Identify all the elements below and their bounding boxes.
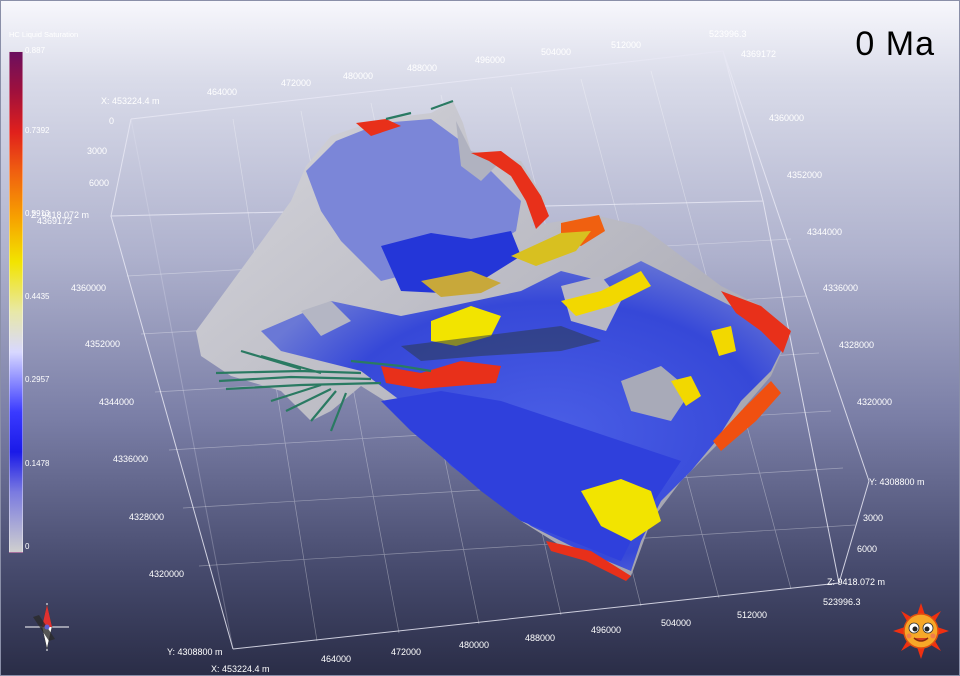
viewport-3d[interactable]: X: 453224.4 m 464000 472000 480000 48800… bbox=[0, 0, 960, 676]
svg-text:523996.3: 523996.3 bbox=[823, 597, 861, 607]
svg-text:Y: 4308800 m: Y: 4308800 m bbox=[869, 477, 925, 487]
time-label: 0 Ma bbox=[855, 25, 935, 63]
svg-text:4360000: 4360000 bbox=[769, 113, 804, 123]
svg-text:4336000: 4336000 bbox=[113, 454, 148, 464]
svg-text:472000: 472000 bbox=[391, 647, 421, 657]
compass-icon[interactable] bbox=[19, 599, 75, 655]
svg-text:6000: 6000 bbox=[857, 544, 877, 554]
svg-text:488000: 488000 bbox=[407, 63, 437, 73]
svg-text:496000: 496000 bbox=[591, 625, 621, 635]
svg-text:504000: 504000 bbox=[661, 618, 691, 628]
sun-face-icon bbox=[893, 603, 949, 659]
colorbar-tick: 0.2957 bbox=[25, 375, 50, 384]
svg-text:X: 453224.4 m: X: 453224.4 m bbox=[211, 664, 270, 674]
svg-text:504000: 504000 bbox=[541, 47, 571, 57]
colorbar-tick: 0 bbox=[25, 542, 30, 551]
svg-text:4344000: 4344000 bbox=[99, 397, 134, 407]
svg-text:480000: 480000 bbox=[459, 640, 489, 650]
colorbar-tick: 0.5913 bbox=[25, 209, 50, 218]
scene-3d[interactable]: X: 453224.4 m 464000 472000 480000 48800… bbox=[1, 1, 959, 675]
svg-text:4320000: 4320000 bbox=[149, 569, 184, 579]
svg-text:523996.3: 523996.3 bbox=[709, 29, 747, 39]
svg-text:Z: 9418.072 m: Z: 9418.072 m bbox=[827, 577, 885, 587]
svg-text:X: 453224.4 m: X: 453224.4 m bbox=[101, 96, 160, 106]
svg-text:496000: 496000 bbox=[475, 55, 505, 65]
colorbar-tick: 0.7392 bbox=[25, 126, 50, 135]
svg-text:512000: 512000 bbox=[737, 610, 767, 620]
svg-text:0: 0 bbox=[109, 116, 114, 126]
colorbar bbox=[9, 51, 23, 553]
svg-text:4328000: 4328000 bbox=[129, 512, 164, 522]
svg-text:512000: 512000 bbox=[611, 40, 641, 50]
svg-text:4336000: 4336000 bbox=[823, 283, 858, 293]
svg-text:472000: 472000 bbox=[281, 78, 311, 88]
svg-text:4352000: 4352000 bbox=[787, 170, 822, 180]
svg-text:4344000: 4344000 bbox=[807, 227, 842, 237]
colorbar-tick: 0.1478 bbox=[25, 459, 50, 468]
reservoir-surface bbox=[196, 101, 791, 581]
svg-text:464000: 464000 bbox=[321, 654, 351, 664]
svg-text:4320000: 4320000 bbox=[857, 397, 892, 407]
svg-text:4328000: 4328000 bbox=[839, 340, 874, 350]
colorbar-title: HC Liquid Saturation bbox=[9, 30, 79, 39]
colorbar-tick: 0.887 bbox=[25, 46, 46, 55]
svg-text:3000: 3000 bbox=[87, 146, 107, 156]
svg-text:Y: 4308800 m: Y: 4308800 m bbox=[167, 647, 223, 657]
svg-text:4360000: 4360000 bbox=[71, 283, 106, 293]
svg-text:480000: 480000 bbox=[343, 71, 373, 81]
svg-text:464000: 464000 bbox=[207, 87, 237, 97]
colorbar-tick: 0.4435 bbox=[25, 292, 50, 301]
svg-text:3000: 3000 bbox=[863, 513, 883, 523]
svg-text:488000: 488000 bbox=[525, 633, 555, 643]
svg-text:4352000: 4352000 bbox=[85, 339, 120, 349]
svg-text:4369172: 4369172 bbox=[741, 49, 776, 59]
svg-text:6000: 6000 bbox=[89, 178, 109, 188]
